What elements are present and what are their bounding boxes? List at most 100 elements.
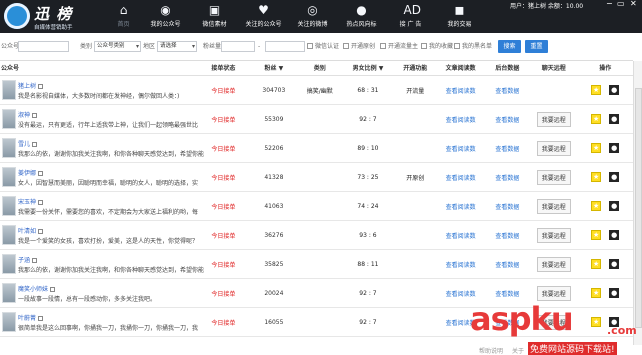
view-data-link[interactable]: 查看数据 xyxy=(485,173,530,182)
avatar[interactable] xyxy=(2,224,16,245)
view-data-link[interactable]: 查看数据 xyxy=(485,260,530,269)
nav-accept-ads[interactable]: AD 接 广 告 xyxy=(386,0,435,33)
account-search-input[interactable] xyxy=(18,41,69,52)
column-article-reads[interactable]: 文章阅读数 xyxy=(437,61,485,75)
remote-chat-button[interactable]: 我要远程 xyxy=(536,111,571,127)
view-reads-link[interactable]: 查看阅读数 xyxy=(437,86,485,95)
blacklist-checkbox[interactable] xyxy=(454,43,460,49)
remote-chat-button[interactable]: 我要远程 xyxy=(536,285,571,301)
table-row[interactable]: 雪儿 我那么的依，谢谢你加我关注我啊，和你各种聊天感觉达到，希望你能 今日接单 52… xyxy=(0,134,633,163)
favorites-checkbox[interactable] xyxy=(421,43,427,49)
person-icon[interactable]: ● xyxy=(609,201,620,211)
view-reads-link[interactable]: 查看阅读数 xyxy=(437,144,485,153)
nav-my-trades[interactable]: ◼ 我的交易 xyxy=(435,0,484,33)
fans-max-input[interactable] xyxy=(265,41,305,52)
avatar[interactable] xyxy=(2,137,16,158)
nav-followed-accounts[interactable]: ♥ 关注的公众号 xyxy=(239,0,288,33)
view-data-link[interactable]: 查看数据 xyxy=(485,115,530,124)
column-features[interactable]: 开通功能 xyxy=(394,61,437,75)
person-icon[interactable]: ● xyxy=(609,143,620,153)
close-button[interactable]: ✕ xyxy=(630,0,637,8)
avatar[interactable] xyxy=(2,311,16,332)
traffic-master-checkbox[interactable] xyxy=(380,43,386,49)
nav-home[interactable]: ⌂ 首页 xyxy=(106,0,141,33)
view-data-link[interactable]: 查看数据 xyxy=(485,86,530,95)
person-icon[interactable]: ● xyxy=(609,172,620,182)
star-icon[interactable]: ★ xyxy=(591,288,602,298)
maximize-button[interactable]: ▭ xyxy=(617,0,625,8)
search-button[interactable]: 搜索 xyxy=(498,40,521,53)
account-name[interactable]: 宋玉神 xyxy=(18,197,44,206)
fans-count: 41063 xyxy=(264,202,284,210)
actions-cell: ★ ● xyxy=(577,201,633,211)
table-row[interactable]: 姜伊娜 女人，因智慧而美丽，因聪明而幸福，聪明的女人，聪明的选择，实 今日接单 41… xyxy=(0,163,633,192)
column-backend-data[interactable]: 后台数据 xyxy=(485,61,530,75)
reset-button[interactable]: 重置 xyxy=(525,40,548,53)
view-data-link[interactable]: 查看数据 xyxy=(485,202,530,211)
avatar[interactable] xyxy=(2,253,16,274)
table-row[interactable]: 淑神 没有最运，只有更适，行年上适我带上神，让我们一起领略最强世比 今日接单 553… xyxy=(0,105,633,134)
column-actions[interactable]: 操作 xyxy=(577,61,633,75)
remote-chat-button[interactable]: 我要远程 xyxy=(536,198,571,214)
account-name[interactable]: 雪儿 xyxy=(18,139,38,148)
column-order-status[interactable]: 接单状态 xyxy=(197,61,251,75)
account-name[interactable]: 叶清如 xyxy=(18,226,44,235)
avatar[interactable] xyxy=(2,108,16,129)
account-name[interactable]: 子涵 xyxy=(18,255,38,264)
view-data-link[interactable]: 查看数据 xyxy=(485,231,530,240)
view-reads-link[interactable]: 查看阅读数 xyxy=(437,115,485,124)
table-row[interactable]: 猪上树 我是名影视自媒体，大多数时间都在发神经，偶尔做回人类：) 今日接单 3047… xyxy=(0,76,633,105)
star-icon[interactable]: ★ xyxy=(591,172,602,182)
view-reads-link[interactable]: 查看阅读数 xyxy=(437,173,485,182)
avatar[interactable] xyxy=(2,195,16,216)
nav-hot-topics[interactable]: ● 热点风向标 xyxy=(337,0,386,33)
view-data-link[interactable]: 查看数据 xyxy=(485,144,530,153)
column-category[interactable]: 类别 xyxy=(298,61,342,75)
column-fans[interactable]: 粉丝 ▼ xyxy=(250,61,297,75)
region-select[interactable]: 请选择 xyxy=(157,41,197,52)
person-icon[interactable]: ● xyxy=(609,259,620,269)
person-icon[interactable]: ● xyxy=(609,85,620,95)
star-icon[interactable]: ★ xyxy=(591,85,602,95)
star-icon[interactable]: ★ xyxy=(591,143,602,153)
star-icon[interactable]: ★ xyxy=(591,201,602,211)
remote-chat-button[interactable]: 我要远程 xyxy=(536,227,571,243)
nav-followed-weibo[interactable]: ◎ 关注的微博 xyxy=(288,0,337,33)
account-name[interactable]: 淑神 xyxy=(18,110,38,119)
person-icon[interactable]: ● xyxy=(609,230,620,240)
account-name[interactable]: 叶蔚菁 xyxy=(18,313,44,322)
table-row[interactable]: 叶清如 我是一个爱笑的女孩，喜欢打扮，爱美，这是人的天性，你觉得呢？ 今日接单 36… xyxy=(0,221,633,250)
star-icon[interactable]: ★ xyxy=(591,230,602,240)
star-icon[interactable]: ★ xyxy=(591,114,602,124)
table-row[interactable]: 宋玉神 我需要一份关怀，需要您的喜欢，不定期会为大家送上福利的哟，每 今日接单 41… xyxy=(0,192,633,221)
view-data-link[interactable]: 查看数据 xyxy=(485,289,530,298)
avatar[interactable] xyxy=(2,166,16,187)
remote-chat-button[interactable]: 我要远程 xyxy=(536,140,571,156)
person-icon[interactable]: ● xyxy=(609,114,620,124)
nav-my-accounts[interactable]: ◉ 我的公众号 xyxy=(141,0,190,33)
remote-chat-button[interactable]: 我要远程 xyxy=(536,169,571,185)
view-reads-link[interactable]: 查看阅读数 xyxy=(437,202,485,211)
minimize-button[interactable]: − xyxy=(606,0,613,8)
column-gender-ratio[interactable]: 男女比例 ▼ xyxy=(342,61,394,75)
avatar[interactable] xyxy=(2,79,16,100)
account-name[interactable]: 魔笑小师妹 xyxy=(18,284,56,293)
remote-chat-button[interactable]: 我要远程 xyxy=(536,256,571,272)
wechat-verified-checkbox[interactable] xyxy=(307,43,313,49)
view-reads-link[interactable]: 查看阅读数 xyxy=(437,289,485,298)
column-account[interactable]: 公众号 xyxy=(0,61,197,75)
table-row[interactable]: 子涵 我那么的依，谢谢你加我关注我啊，和你各种聊天感觉达到，希望你能 今日接单 35… xyxy=(0,250,633,279)
fans-min-input[interactable] xyxy=(221,41,255,52)
avatar[interactable] xyxy=(2,282,16,303)
nav-wechat-materials[interactable]: ▣ 微信素材 xyxy=(190,0,239,33)
original-checkbox[interactable] xyxy=(343,43,349,49)
scrollbar-thumb[interactable] xyxy=(635,88,642,328)
view-reads-link[interactable]: 查看阅读数 xyxy=(437,260,485,269)
star-icon[interactable]: ★ xyxy=(591,259,602,269)
view-reads-link[interactable]: 查看阅读数 xyxy=(437,231,485,240)
column-remote-chat[interactable]: 聊天远程 xyxy=(530,61,577,75)
category-select[interactable]: 公众号类别 xyxy=(94,41,141,52)
account-name[interactable]: 姜伊娜 xyxy=(18,168,44,177)
person-icon[interactable]: ● xyxy=(609,288,620,298)
account-name[interactable]: 猪上树 xyxy=(18,81,44,90)
